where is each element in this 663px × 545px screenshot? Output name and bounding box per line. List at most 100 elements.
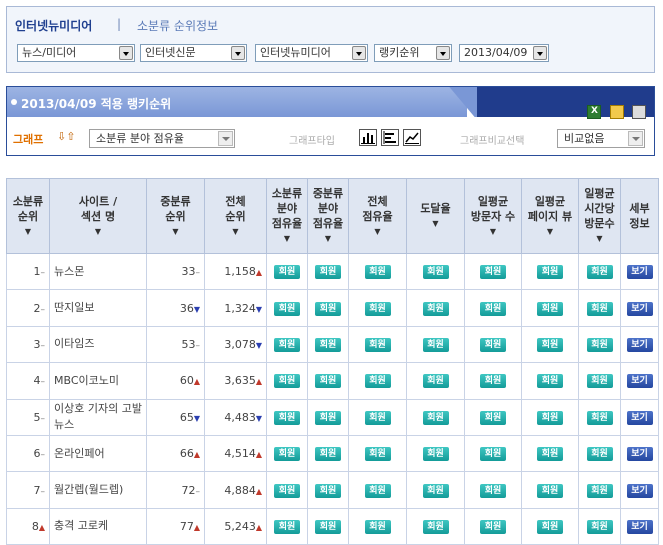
member-only-button[interactable]: 회원 [274, 410, 300, 425]
sort-down-icon[interactable]: ▼ [522, 224, 578, 239]
member-only-button[interactable]: 회원 [480, 301, 506, 316]
member-only-button[interactable]: 회원 [274, 265, 300, 280]
view-detail-button[interactable]: 보기 [626, 410, 653, 425]
member-only-button[interactable]: 회원 [537, 265, 563, 280]
column-header[interactable]: 소분류 분야 점유율 ▼ [266, 178, 308, 254]
column-header[interactable]: 전체 순위 ▼ [204, 178, 267, 254]
member-only-button[interactable]: 회원 [364, 337, 391, 352]
sort-down-icon[interactable]: ▼ [465, 224, 521, 239]
member-only-button[interactable]: 회원 [315, 447, 341, 462]
column-header[interactable]: 중분류 분야 점유율 ▼ [307, 178, 349, 254]
member-only-button[interactable]: 회원 [422, 337, 449, 352]
member-only-button[interactable]: 회원 [364, 265, 391, 280]
site-name-cell[interactable]: 충격 고로케 [49, 507, 147, 545]
member-only-button[interactable]: 회원 [422, 483, 449, 498]
member-only-button[interactable]: 회원 [422, 374, 449, 389]
member-only-button[interactable]: 회원 [480, 410, 506, 425]
view-detail-button[interactable]: 보기 [626, 374, 653, 389]
member-only-button[interactable]: 회원 [586, 337, 613, 352]
sort-down-icon[interactable]: ▼ [7, 224, 49, 239]
category-select-small[interactable]: 인터넷뉴미디어 [255, 44, 368, 62]
member-only-button[interactable]: 회원 [422, 519, 449, 534]
site-name-cell[interactable]: MBC이코노미 [49, 362, 147, 400]
horizontal-bar-chart-icon[interactable] [381, 129, 399, 146]
excel-icon[interactable] [587, 105, 601, 119]
member-only-button[interactable]: 회원 [422, 301, 449, 316]
member-only-button[interactable]: 회원 [480, 337, 506, 352]
site-name-cell[interactable]: 월간렙(월드렙) [49, 471, 147, 509]
column-header[interactable]: 사이트 / 섹션 명 ▼ [49, 178, 147, 254]
column-header[interactable]: 일평균 방문자 수 ▼ [464, 178, 522, 254]
member-only-button[interactable]: 회원 [364, 374, 391, 389]
member-only-button[interactable]: 회원 [315, 410, 341, 425]
site-name-cell[interactable]: 딴지일보 [49, 289, 147, 327]
category-select-large[interactable]: 뉴스/미디어 [17, 44, 135, 62]
member-only-button[interactable]: 회원 [274, 374, 300, 389]
member-only-button[interactable]: 회원 [274, 483, 300, 498]
member-only-button[interactable]: 회원 [586, 483, 613, 498]
member-only-button[interactable]: 회원 [364, 483, 391, 498]
member-only-button[interactable]: 회원 [586, 265, 613, 280]
member-only-button[interactable]: 회원 [586, 410, 613, 425]
member-only-button[interactable]: 회원 [364, 519, 391, 534]
category-select-medium[interactable]: 인터넷신문 [140, 44, 247, 62]
member-only-button[interactable]: 회원 [586, 301, 613, 316]
site-name-cell[interactable]: 이상호 기자의 고발뉴스 [49, 398, 147, 436]
print-icon[interactable] [632, 105, 646, 119]
view-detail-button[interactable]: 보기 [626, 301, 653, 316]
column-header[interactable]: 중분류 순위 ▼ [146, 178, 205, 254]
graph-metric-select[interactable]: 소분류 분야 점유율 [89, 129, 235, 148]
member-only-button[interactable]: 회원 [480, 374, 506, 389]
member-only-button[interactable]: 회원 [422, 410, 449, 425]
bar-chart-icon[interactable] [359, 129, 377, 146]
sort-down-icon[interactable]: ▼ [267, 231, 307, 246]
sort-down-icon[interactable]: ▼ [349, 224, 406, 239]
site-name-cell[interactable]: 온라인페어 [49, 434, 147, 473]
member-only-button[interactable]: 회원 [422, 447, 449, 462]
line-chart-icon[interactable] [403, 129, 421, 146]
sort-arrows-icon[interactable]: ⇩⇧ [57, 130, 75, 143]
member-only-button[interactable]: 회원 [537, 301, 563, 316]
member-only-button[interactable]: 회원 [364, 410, 391, 425]
site-name-cell[interactable]: 뉴스몬 [49, 252, 147, 291]
ranking-type-select[interactable]: 랭키순위 [374, 44, 452, 62]
view-detail-button[interactable]: 보기 [626, 519, 653, 534]
member-only-button[interactable]: 회원 [274, 301, 300, 316]
member-only-button[interactable]: 회원 [537, 337, 563, 352]
member-only-button[interactable]: 회원 [537, 410, 563, 425]
member-only-button[interactable]: 회원 [315, 301, 341, 316]
member-only-button[interactable]: 회원 [315, 265, 341, 280]
column-header[interactable]: 전체 점유율 ▼ [348, 178, 407, 254]
column-header[interactable]: 일평균 시간당 방문수 ▼ [578, 178, 621, 254]
date-select[interactable]: 2013/04/09 [459, 44, 549, 62]
sort-down-icon[interactable]: ▼ [407, 216, 464, 231]
member-only-button[interactable]: 회원 [480, 447, 506, 462]
member-only-button[interactable]: 회원 [315, 374, 341, 389]
member-only-button[interactable]: 회원 [315, 519, 341, 534]
member-only-button[interactable]: 회원 [315, 483, 341, 498]
sort-down-icon[interactable]: ▼ [50, 224, 146, 239]
view-detail-button[interactable]: 보기 [626, 447, 653, 462]
view-detail-button[interactable]: 보기 [626, 337, 653, 352]
member-only-button[interactable]: 회원 [274, 337, 300, 352]
member-only-button[interactable]: 회원 [586, 374, 613, 389]
member-only-button[interactable]: 회원 [537, 519, 563, 534]
member-only-button[interactable]: 회원 [364, 301, 391, 316]
column-header[interactable]: 세부 정보 [620, 178, 659, 254]
member-only-button[interactable]: 회원 [480, 519, 506, 534]
view-detail-button[interactable]: 보기 [626, 265, 653, 280]
member-only-button[interactable]: 회원 [422, 265, 449, 280]
member-only-button[interactable]: 회원 [315, 337, 341, 352]
view-detail-button[interactable]: 보기 [626, 483, 653, 498]
sort-down-icon[interactable]: ▼ [147, 224, 204, 239]
member-only-button[interactable]: 회원 [537, 447, 563, 462]
member-only-button[interactable]: 회원 [586, 447, 613, 462]
site-name-cell[interactable]: 이타임즈 [49, 325, 147, 364]
column-header[interactable]: 소분류 순위 ▼ [6, 178, 50, 254]
column-header[interactable]: 일평균 페이지 뷰 ▼ [521, 178, 579, 254]
copy-icon[interactable] [610, 105, 624, 119]
member-only-button[interactable]: 회원 [480, 265, 506, 280]
member-only-button[interactable]: 회원 [537, 483, 563, 498]
member-only-button[interactable]: 회원 [480, 483, 506, 498]
member-only-button[interactable]: 회원 [274, 447, 300, 462]
